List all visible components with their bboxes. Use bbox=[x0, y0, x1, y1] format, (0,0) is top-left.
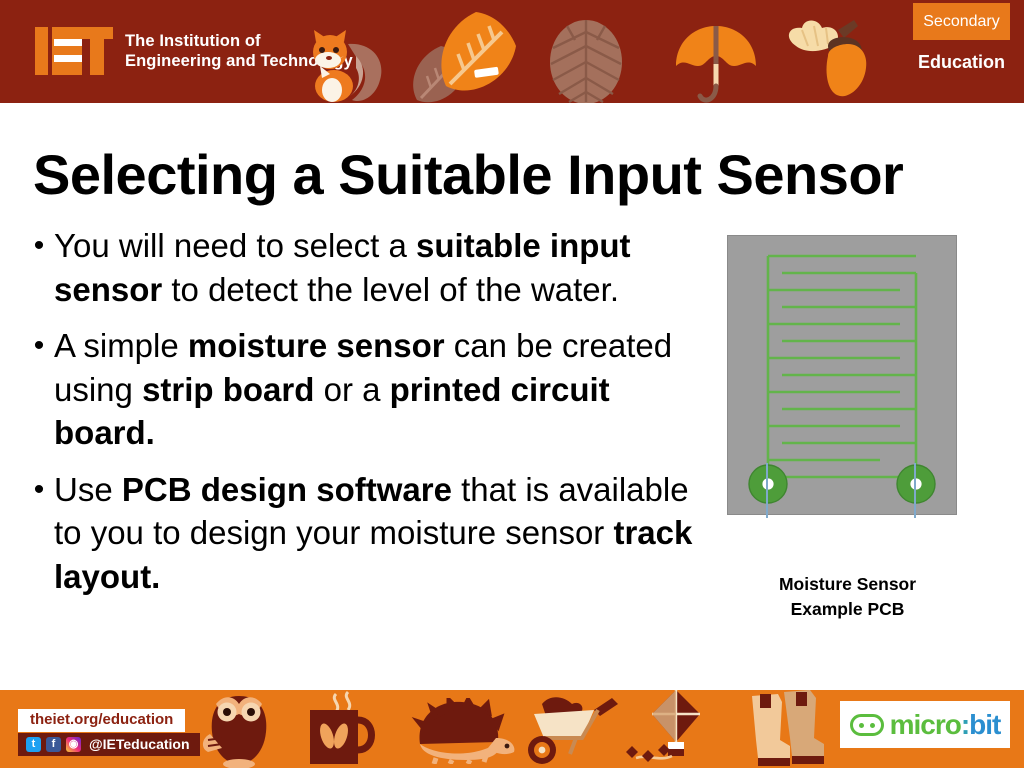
microbit-word-bit: bit bbox=[969, 708, 1001, 740]
facebook-icon[interactable]: f bbox=[46, 736, 61, 752]
pcb-board bbox=[727, 235, 957, 515]
pine-cone-icon bbox=[550, 20, 622, 103]
orange-leaf-icon bbox=[441, 12, 516, 91]
bullet-marker: • bbox=[33, 472, 45, 506]
slide-footer-banner: theiet.org/education t f ◉ @IETeducation… bbox=[0, 690, 1024, 768]
slide-header-banner: The Institution of Engineering and Techn… bbox=[0, 0, 1024, 103]
bullet-text: A simple moisture sensor can be created … bbox=[54, 327, 673, 451]
kite-icon bbox=[626, 690, 700, 762]
secondary-badge-label: Secondary bbox=[923, 12, 1000, 30]
figure-caption: Moisture Sensor Example PCB bbox=[778, 574, 917, 619]
bullet-text: You will need to select a suitable input… bbox=[54, 227, 631, 308]
bullet-text: Use PCB design software that is availabl… bbox=[54, 470, 693, 595]
bullet-marker: • bbox=[33, 329, 45, 362]
squirrel-icon bbox=[313, 30, 382, 102]
iet-logo-mark bbox=[35, 27, 113, 75]
twitter-icon[interactable]: t bbox=[26, 736, 41, 752]
secondary-badge: Secondary bbox=[913, 3, 1010, 40]
boots-icon bbox=[752, 690, 824, 766]
pcb-lead-right bbox=[914, 463, 916, 518]
microbit-wordmark: micro:bit bbox=[889, 708, 1002, 741]
pcb-lead-left bbox=[766, 463, 768, 518]
bullet-item: • You will need to select a suitable inpu… bbox=[24, 224, 704, 311]
bullet-item: • A simple moisture sensor can be created… bbox=[24, 324, 704, 455]
acorn-icon bbox=[788, 20, 867, 97]
mug-icon bbox=[310, 690, 375, 764]
social-media-bar: t f ◉ @IETeducation bbox=[18, 733, 200, 756]
umbrella-icon bbox=[676, 26, 756, 103]
hedgehog-icon bbox=[411, 698, 515, 764]
microbit-logo: micro:bit bbox=[840, 701, 1010, 748]
education-label: Education bbox=[917, 52, 1005, 72]
microbit-word-micro: micro bbox=[889, 708, 962, 740]
page-title: Selecting a Suitable Input Sensor bbox=[33, 143, 904, 206]
pcb-tracks bbox=[748, 254, 936, 504]
website-url-badge[interactable]: theiet.org/education bbox=[18, 709, 186, 732]
wheelbarrow-icon bbox=[528, 697, 618, 764]
owl-icon bbox=[202, 696, 267, 768]
microbit-word-colon: : bbox=[960, 708, 970, 740]
microbit-face-icon bbox=[849, 713, 884, 736]
instagram-icon[interactable]: ◉ bbox=[66, 736, 81, 752]
moisture-sensor-pcb-figure: Moisture Sensor Example PCB bbox=[715, 235, 980, 622]
website-url-text: theiet.org/education bbox=[30, 711, 174, 728]
bullet-list: • You will need to select a suitable inpu… bbox=[24, 224, 704, 611]
social-handle-text: @IETeducation bbox=[89, 736, 190, 752]
bullet-item: • Use PCB design software that is availab… bbox=[24, 468, 704, 599]
bullet-marker: • bbox=[33, 229, 45, 262]
